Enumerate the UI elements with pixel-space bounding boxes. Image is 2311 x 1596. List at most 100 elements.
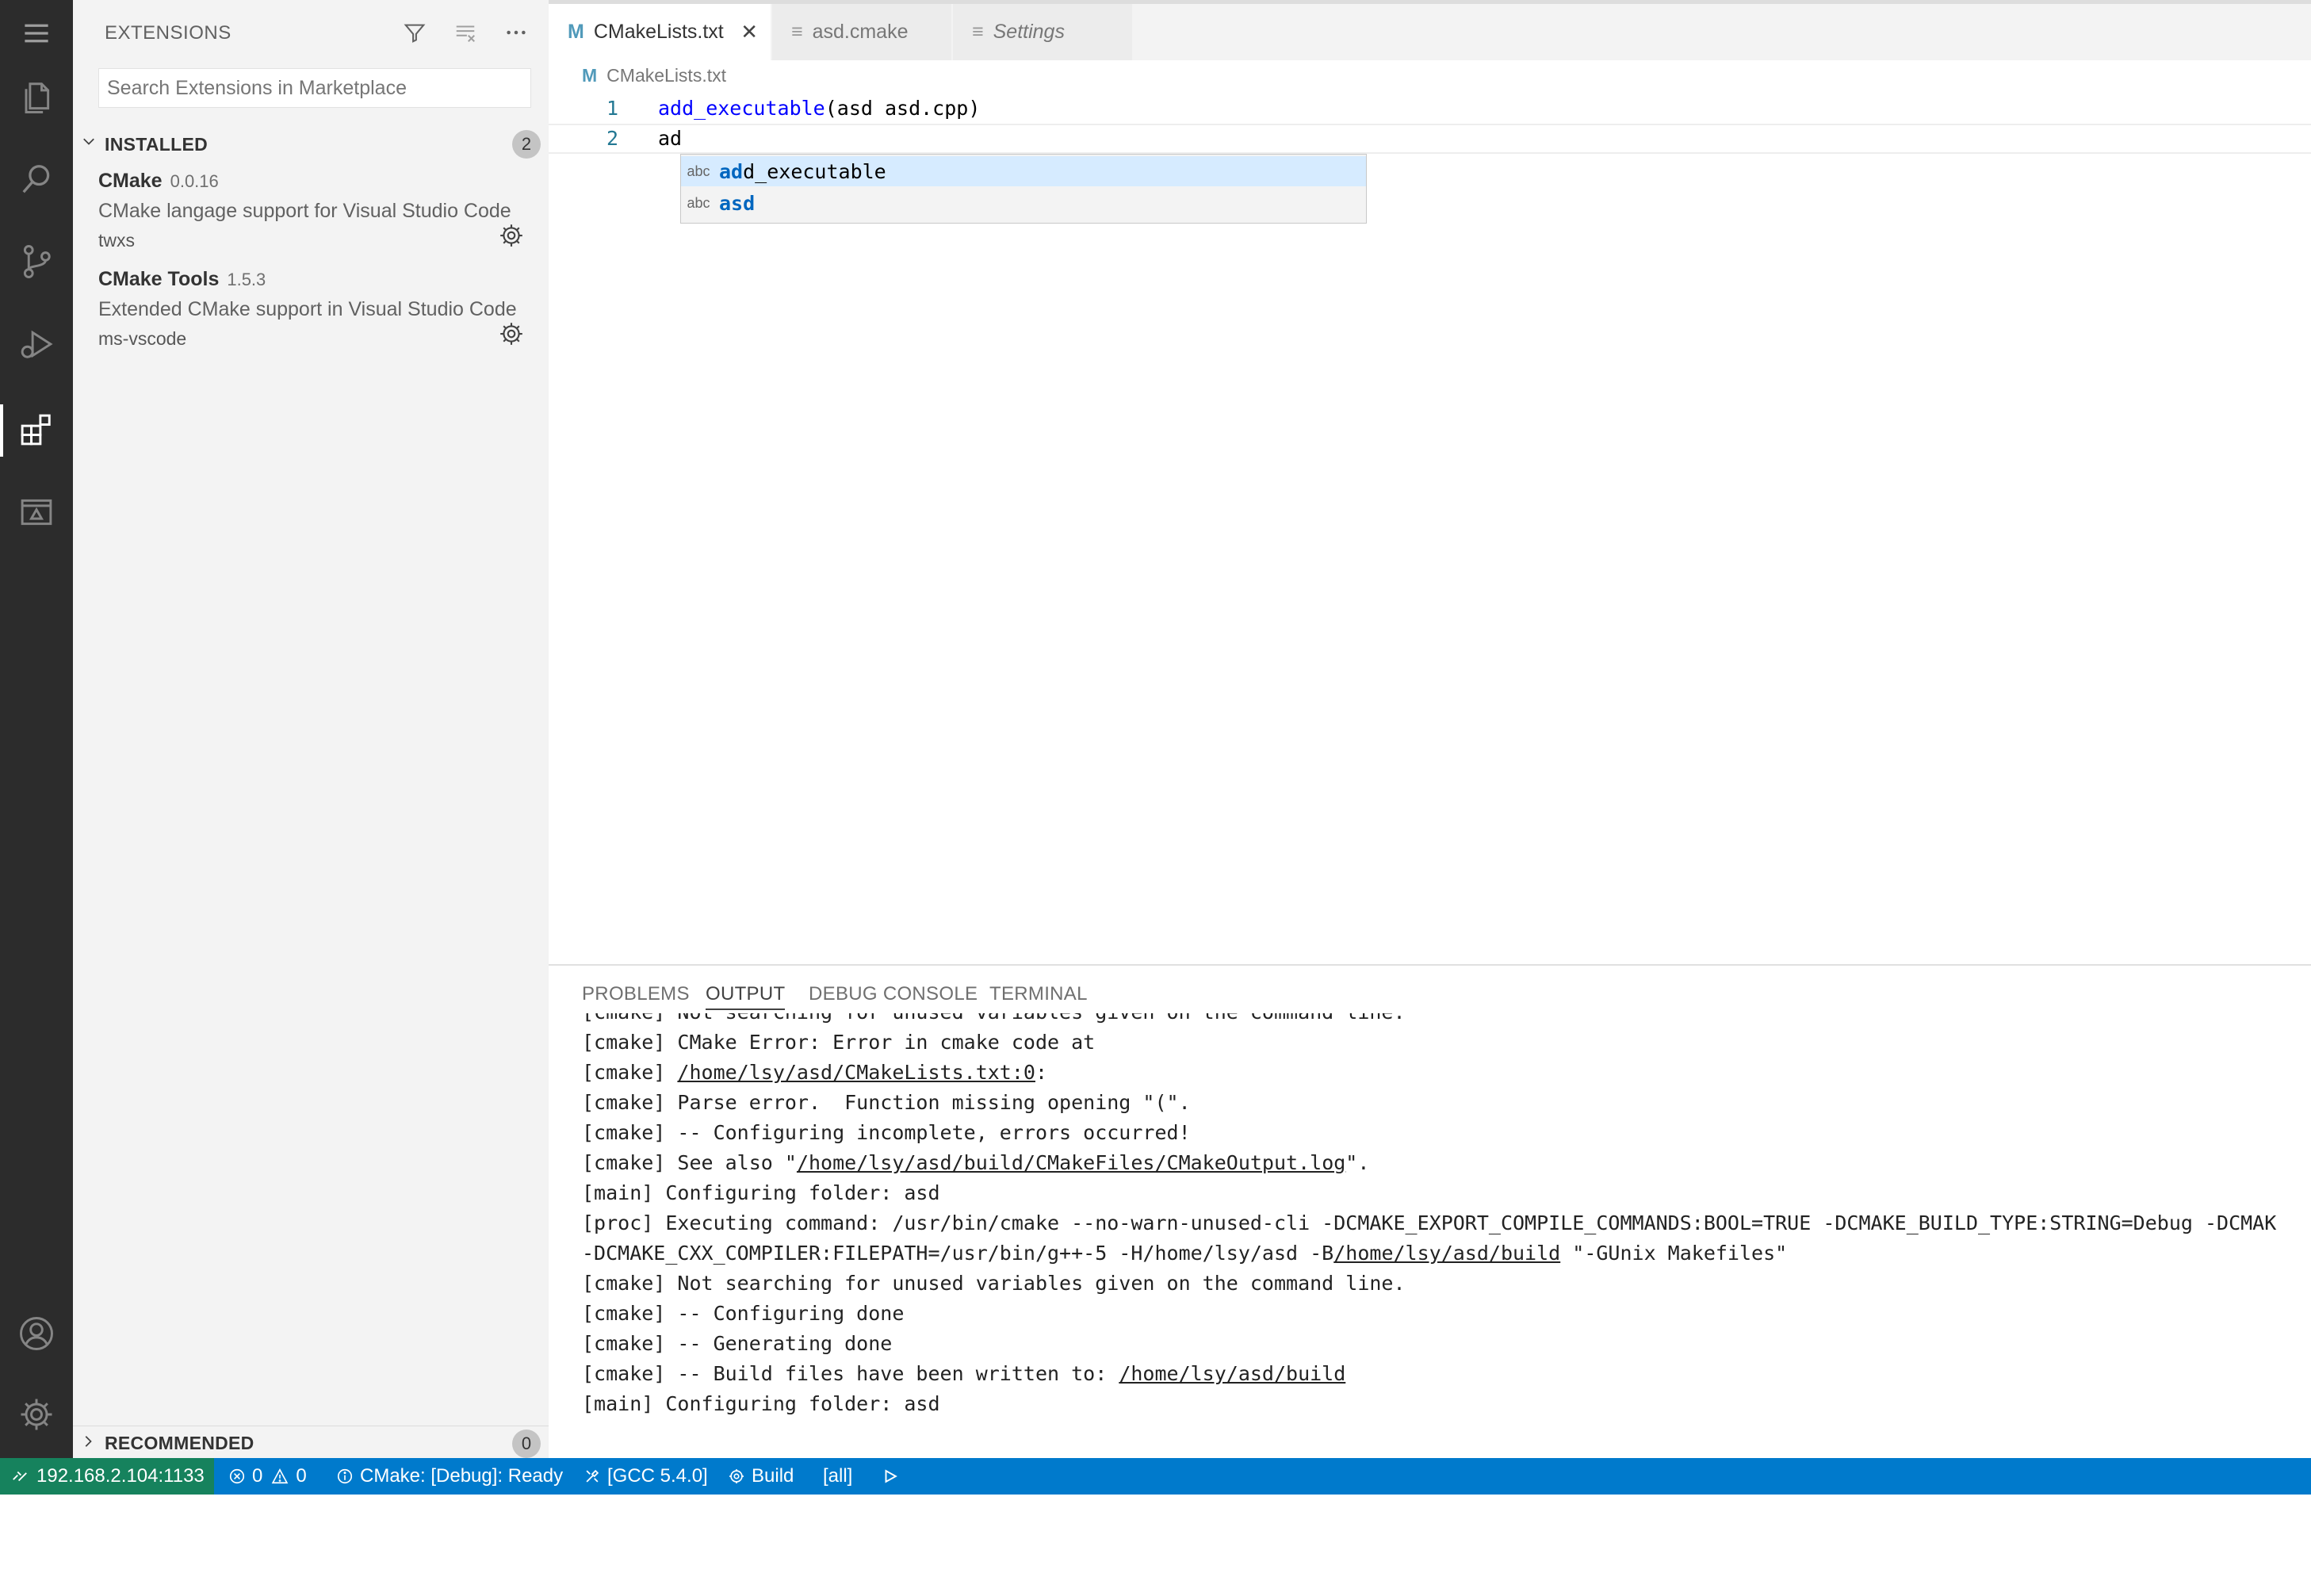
output-text: [cmake] Not searching for unused variabl… — [582, 1013, 1406, 1024]
function-token: add_executable — [658, 97, 825, 120]
remote-indicator[interactable]: 192.168.2.104:1133 — [0, 1458, 214, 1495]
filter-icon[interactable] — [401, 19, 428, 46]
play-icon — [885, 1469, 897, 1483]
output-text: ". — [1345, 1151, 1370, 1174]
output-line: [cmake] Not searching for unused variabl… — [582, 1272, 1406, 1295]
extensions-sidebar: EXTENSIONS INSTALLED 2 CMake 0.0.16 CMake… — [73, 0, 549, 1458]
extension-name: CMake — [98, 170, 163, 192]
error-icon — [229, 1468, 245, 1484]
explorer-icon[interactable] — [14, 75, 59, 119]
output-line: [proc] Executing command: /usr/bin/cmake… — [582, 1211, 2276, 1234]
output-text: [cmake] Not searching for unused variabl… — [582, 1272, 1406, 1295]
bottom-panel: PROBLEMS OUTPUT DEBUG CONSOLE TERMINAL [… — [549, 964, 2311, 1458]
line-number: 2 — [606, 127, 618, 150]
line-number: 1 — [606, 97, 618, 120]
kit-label: [GCC 5.4.0] — [607, 1465, 708, 1487]
output-line: [main] Configuring folder: asd — [582, 1181, 940, 1204]
args-token: (asd asd.cpp) — [825, 97, 981, 120]
target-selector[interactable]: [all] — [823, 1458, 852, 1495]
recommended-count-badge: 0 — [512, 1429, 541, 1458]
code-line-current[interactable]: 2 ad — [549, 124, 2311, 154]
remote-explorer-icon[interactable] — [14, 490, 59, 534]
output-text: [main] Configuring folder: asd — [582, 1181, 940, 1204]
output-line: [cmake] -- Configuring incomplete, error… — [582, 1121, 1191, 1144]
suggestion-rest: d_executable — [743, 159, 886, 183]
breadcrumb-file: CMakeLists.txt — [606, 65, 726, 86]
extension-publisher: twxs — [98, 230, 135, 251]
cmake-status-text: CMake: [Debug]: Ready — [360, 1465, 564, 1487]
search-icon[interactable] — [14, 157, 59, 201]
close-icon[interactable]: ✕ — [740, 20, 758, 44]
extension-gear-icon[interactable] — [498, 222, 525, 249]
build-button[interactable]: Build — [728, 1458, 794, 1495]
warning-count: 0 — [296, 1465, 307, 1487]
info-icon — [337, 1468, 353, 1484]
tab-cmakelists[interactable]: M CMakeLists.txt ✕ — [549, 4, 771, 60]
output-text: [cmake] -- Build files have been written… — [582, 1362, 1119, 1385]
output-text: [cmake] — [582, 1061, 678, 1084]
extension-name: CMake Tools — [98, 268, 220, 290]
run-button[interactable] — [882, 1458, 905, 1495]
kit-selector[interactable]: [GCC 5.4.0] — [583, 1458, 708, 1495]
output-text: "-GUnix Makefiles" — [1560, 1242, 1788, 1265]
activity-bar — [0, 0, 73, 1458]
extension-item-cmake-tools[interactable]: CMake Tools 1.5.3 Extended CMake support … — [98, 268, 539, 363]
match-highlight: ad — [719, 159, 744, 183]
installed-count-badge: 2 — [512, 130, 541, 159]
output-text: [cmake] Parse error. Function missing op… — [582, 1091, 1191, 1114]
tab-debug-console[interactable]: DEBUG CONSOLE — [809, 983, 978, 1005]
extension-description: CMake langage support for Visual Studio … — [98, 200, 511, 222]
run-debug-icon[interactable] — [14, 322, 59, 366]
code-line[interactable]: 1 add_executable(asd asd.cpp) — [549, 94, 2311, 124]
sidebar-actions — [401, 19, 530, 46]
remote-icon — [13, 1471, 27, 1482]
tab-terminal[interactable]: TERMINAL — [989, 983, 1088, 1005]
extensions-search-input[interactable] — [98, 68, 531, 108]
tab-output[interactable]: OUTPUT — [706, 983, 786, 1010]
suggestion-item-selected[interactable]: abc add_executable — [681, 156, 1366, 186]
manage-gear-icon[interactable] — [14, 1392, 59, 1437]
tab-problems[interactable]: PROBLEMS — [582, 983, 690, 1005]
source-control-icon[interactable] — [14, 239, 59, 284]
account-icon[interactable] — [14, 1311, 59, 1356]
output-line: [cmake] Parse error. Function missing op… — [582, 1091, 1191, 1114]
output-line: [cmake] -- Generating done — [582, 1332, 892, 1355]
breadcrumb[interactable]: M CMakeLists.txt — [582, 65, 726, 86]
output-log[interactable]: [cmake] Not searching for unused variabl… — [582, 1013, 2311, 1457]
chevron-right-icon — [73, 1433, 105, 1454]
chevron-down-icon — [73, 134, 105, 155]
extensions-icon[interactable] — [14, 408, 59, 452]
sidebar-title: EXTENSIONS — [105, 22, 231, 44]
suggestion-widget: abc add_executable abc asd — [680, 154, 1367, 224]
problems-status[interactable]: 0 0 — [228, 1458, 307, 1495]
more-actions-icon[interactable] — [503, 19, 530, 46]
extension-description: Extended CMake support in Visual Studio … — [98, 298, 517, 320]
output-line: [cmake] See also "/home/lsy/asd/build/CM… — [582, 1151, 1369, 1174]
output-line: [cmake] -- Configuring done — [582, 1302, 904, 1325]
tab-settings[interactable]: ≡ Settings — [953, 4, 1132, 60]
suggestion-item[interactable]: abc asd — [681, 188, 1366, 218]
output-text: [cmake] CMake Error: Error in cmake code… — [582, 1031, 1096, 1054]
output-link[interactable]: /home/lsy/asd/build — [1119, 1362, 1345, 1385]
installed-label: INSTALLED — [105, 133, 209, 155]
tab-asd-cmake[interactable]: ≡ asd.cmake — [772, 4, 951, 60]
output-text: : — [1035, 1061, 1048, 1084]
cmake-file-icon: M — [568, 21, 584, 43]
clear-results-icon[interactable] — [452, 19, 479, 46]
extension-name-row: CMake 0.0.16 — [98, 170, 219, 193]
recommended-section-header[interactable]: RECOMMENDED 0 — [73, 1426, 549, 1460]
installed-section-header[interactable]: INSTALLED 2 — [73, 127, 549, 162]
output-text: [main] Configuring folder: asd — [582, 1392, 940, 1415]
output-line: [cmake] Not searching for unused variabl… — [582, 1013, 1406, 1024]
output-link[interactable]: /home/lsy/asd/build — [1333, 1242, 1560, 1265]
extension-item-cmake[interactable]: CMake 0.0.16 CMake langage support for Vi… — [98, 170, 539, 265]
settings-file-icon: ≡ — [972, 21, 984, 43]
cmake-status[interactable]: CMake: [Debug]: Ready — [336, 1458, 563, 1495]
output-link[interactable]: /home/lsy/asd/CMakeLists.txt:0 — [677, 1061, 1035, 1084]
tab-label: Settings — [993, 21, 1065, 43]
menu-icon[interactable] — [14, 11, 59, 55]
extension-gear-icon[interactable] — [498, 320, 525, 347]
output-text: [cmake] -- Generating done — [582, 1332, 893, 1355]
output-link[interactable]: /home/lsy/asd/build/CMakeFiles/CMakeOutp… — [797, 1151, 1345, 1174]
tab-label: CMakeLists.txt — [593, 21, 724, 43]
